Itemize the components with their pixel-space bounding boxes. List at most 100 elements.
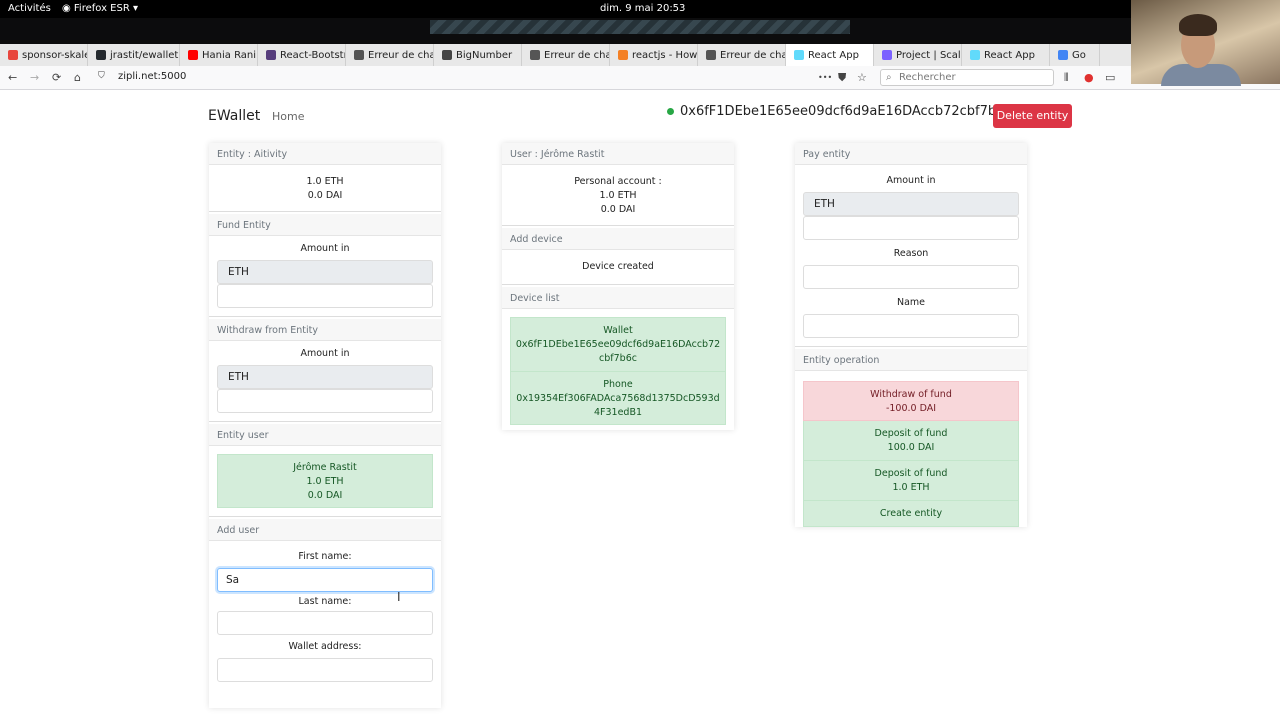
operation-item[interactable]: Create entity — [803, 501, 1019, 527]
browser-tab[interactable]: React App — [962, 44, 1050, 66]
library-icon[interactable]: ⫴ — [1064, 71, 1069, 85]
url-bar[interactable]: zipli.net:5000 — [118, 71, 186, 82]
entity-header: Entity : Aitivity — [209, 143, 441, 165]
search-icon: ⌕ — [886, 72, 892, 83]
browser-tab[interactable]: Erreur de char — [346, 44, 434, 66]
device-type: Phone — [603, 379, 633, 390]
divider — [502, 284, 734, 285]
operation-title: Deposit of fund — [874, 468, 948, 479]
bookmark-star-icon[interactable]: ☆ — [857, 71, 867, 84]
entity-user-dai: 0.0 DAI — [307, 490, 343, 501]
reload-icon[interactable]: ⟳ — [52, 71, 61, 84]
tab-label: Hania Rani – L — [202, 49, 257, 61]
entity-balance: 1.0 ETH 0.0 DAI — [209, 165, 441, 211]
account-address-text: 0x6fF1DEbe1E65ee09dcf6d9aE16DAccb72cbf7b… — [680, 104, 1012, 119]
app-brand[interactable]: EWallet — [208, 108, 260, 124]
home-icon[interactable]: ⌂ — [74, 71, 81, 84]
operation-item[interactable]: Withdraw of fund -100.0 DAI — [803, 381, 1019, 421]
browser-tab[interactable]: React-Bootstr — [258, 44, 346, 66]
tab-label: Go — [1072, 49, 1086, 61]
operation-title: Withdraw of fund — [870, 389, 952, 400]
withdraw-amount-input[interactable] — [217, 389, 433, 413]
entity-user-eth: 1.0 ETH — [306, 476, 344, 487]
sidebar-icon[interactable]: ▭ — [1105, 71, 1115, 84]
delete-entity-button[interactable]: Delete entity — [993, 104, 1072, 128]
tab-favicon-icon — [970, 50, 980, 60]
tab-label: React App — [808, 49, 859, 61]
add-device-header: Add device — [502, 228, 734, 250]
browser-tab[interactable]: Erreur de char — [698, 44, 786, 66]
device-item-wallet[interactable]: Wallet 0x6fF1DEbe1E65ee09dcf6d9aE16DAccb… — [510, 317, 726, 371]
adblock-icon[interactable]: ● — [1084, 71, 1094, 84]
browser-tab-strip: sponsor-skale jrastit/ewallet Hania Rani –… — [0, 44, 1280, 66]
tab-favicon-icon — [1058, 50, 1068, 60]
tab-favicon-icon — [354, 50, 364, 60]
browser-tab[interactable]: React App✕ — [786, 44, 874, 66]
device-list: Wallet 0x6fF1DEbe1E65ee09dcf6d9aE16DAccb… — [502, 309, 734, 433]
browser-tab[interactable]: Go — [1050, 44, 1100, 66]
pay-entity-column: Pay entity Amount in ETH Reason Name Ent… — [795, 143, 1027, 527]
add-user-form: First name: Sa Last name: Wallet address… — [209, 551, 441, 690]
wallet-address-input[interactable] — [217, 658, 433, 682]
browser-navigation-bar: ← → ⟳ ⌂ ⛉ zipli.net:5000 ••• ⛊ ☆ ⌕ Reche… — [0, 66, 1280, 90]
withdraw-entity-header: Withdraw from Entity — [209, 319, 441, 341]
pay-amount-label: Amount in — [886, 175, 936, 186]
fund-currency-select[interactable]: ETH — [217, 260, 433, 284]
divider — [502, 225, 734, 226]
reason-input[interactable] — [803, 265, 1019, 289]
user-header: User : Jérôme Rastit — [502, 143, 734, 165]
clock[interactable]: dim. 9 mai 20:53 — [600, 3, 685, 14]
page-actions-icon[interactable]: ••• — [818, 73, 832, 82]
device-type: Wallet — [603, 325, 633, 336]
first-name-input[interactable]: Sa — [217, 568, 433, 592]
operation-title: Deposit of fund — [874, 428, 948, 439]
entity-user-list: Jérôme Rastit 1.0 ETH 0.0 DAI — [209, 446, 441, 516]
divider — [209, 516, 441, 517]
withdraw-currency-select[interactable]: ETH — [217, 365, 433, 389]
browser-tab[interactable]: Hania Rani – L — [180, 44, 258, 66]
browser-tab[interactable]: BigNumber — [434, 44, 522, 66]
browser-tab[interactable]: jrastit/ewallet — [88, 44, 180, 66]
pay-entity-header: Pay entity — [795, 143, 1027, 165]
connected-status-icon — [667, 108, 674, 115]
tab-label: reactjs - How t — [632, 49, 698, 61]
system-top-bar: Activités ◉ Firefox ESR ▾ dim. 9 mai 20:… — [0, 0, 1280, 18]
withdraw-entity-form: Amount in ETH — [209, 348, 441, 421]
operation-value: -100.0 DAI — [885, 403, 937, 414]
pocket-icon[interactable]: ⛊ — [838, 71, 846, 85]
search-input[interactable]: ⌕ Rechercher — [880, 69, 1054, 86]
device-item-phone[interactable]: Phone 0x19354Ef306FADAca7568d1375DcD593d… — [510, 371, 726, 425]
screen-share-indicator — [430, 20, 850, 34]
browser-tab[interactable]: reactjs - How t — [610, 44, 698, 66]
browser-tab[interactable]: Erreur de char — [522, 44, 610, 66]
tab-favicon-icon — [8, 50, 18, 60]
pay-amount-input[interactable] — [803, 216, 1019, 240]
shield-icon[interactable]: ⛉ — [98, 71, 105, 81]
browser-tab[interactable]: Project | Scali — [874, 44, 962, 66]
fund-amount-input[interactable] — [217, 284, 433, 308]
operation-value: 1.0 ETH — [892, 482, 930, 493]
divider — [795, 346, 1027, 347]
last-name-input[interactable] — [217, 611, 433, 635]
pay-currency-select[interactable]: ETH — [803, 192, 1019, 216]
fund-entity-form: Amount in ETH — [209, 243, 441, 316]
personal-account: Personal account : 1.0 ETH 0.0 DAI — [502, 165, 734, 225]
back-icon[interactable]: ← — [8, 71, 17, 84]
browser-tab[interactable]: sponsor-skale — [0, 44, 88, 66]
name-input[interactable] — [803, 314, 1019, 338]
tab-label: React App — [984, 49, 1035, 61]
app-menu[interactable]: ◉ Firefox ESR ▾ — [62, 3, 138, 14]
forward-icon[interactable]: → — [30, 71, 39, 84]
divider — [209, 211, 441, 212]
tab-label: React-Bootstr — [280, 49, 346, 61]
search-placeholder: Rechercher — [899, 72, 956, 83]
operation-item[interactable]: Deposit of fund 100.0 DAI — [803, 421, 1019, 461]
tab-label: Erreur de char — [720, 49, 786, 61]
activities-button[interactable]: Activités — [8, 3, 51, 14]
tab-favicon-icon — [618, 50, 628, 60]
operation-item[interactable]: Deposit of fund 1.0 ETH — [803, 461, 1019, 501]
nav-home-link[interactable]: Home — [272, 110, 304, 123]
entity-user-item[interactable]: Jérôme Rastit 1.0 ETH 0.0 DAI — [217, 454, 433, 508]
tab-label: Project | Scali — [896, 49, 962, 61]
tab-favicon-icon — [266, 50, 276, 60]
